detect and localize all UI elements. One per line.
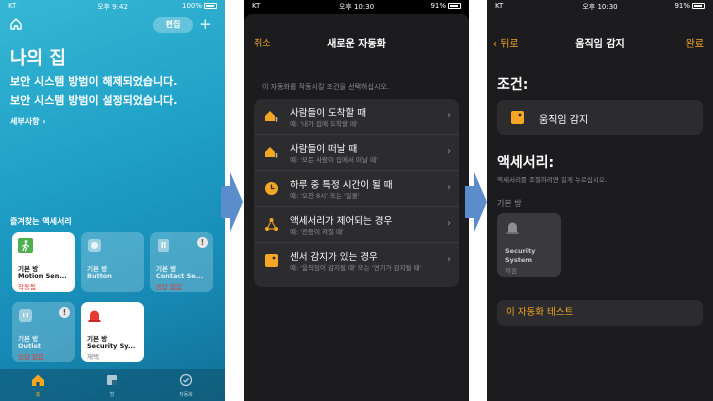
trigger-option-sensor-detects[interactable]: 센서 감지가 있는 경우 예: '움직임이 감지될 때' 또는 '연기가 감지될… <box>254 243 459 287</box>
trigger-title: 센서 감지가 있는 경우 <box>290 252 378 263</box>
alert-badge-icon: ! <box>59 307 70 318</box>
tile-status: 재택 <box>87 353 99 361</box>
battery-indicator: 91% <box>674 2 705 10</box>
trigger-list: 사람들이 도착할 때 예: '내가 집에 도착할 때' › 사람들이 떠날 때 … <box>254 99 459 287</box>
nav-bar: 취소 새로운 자동화 <box>244 14 469 72</box>
accessory-tile-security-system[interactable]: 기본 방 Security Sy... 재택 <box>81 302 144 362</box>
tab-rooms[interactable]: 방 <box>82 373 142 398</box>
button-icon <box>88 239 101 252</box>
accessories-hint: 액세서리를 조절하려면 길게 누르십시오. <box>497 176 607 184</box>
alert-message-disarmed: 보안 시스템 방범이 해제되었습니다. <box>10 75 178 88</box>
accessory-name-line2: System <box>505 256 533 264</box>
page-title: 움직임 감지 <box>575 39 625 50</box>
flow-arrow-icon <box>465 172 487 232</box>
trigger-title: 하루 중 특정 시간이 될 때 <box>290 180 393 191</box>
siren-icon <box>506 222 519 234</box>
house-icon <box>32 374 44 386</box>
clock-check-icon <box>179 373 193 387</box>
status-bar: KT 오후 9:42 100% <box>0 2 225 12</box>
tab-label: 홈 <box>35 392 41 398</box>
chevron-right-icon: › <box>447 146 451 157</box>
trigger-option-people-arrive[interactable]: 사람들이 도착할 때 예: '내가 집에 도착할 때' › <box>254 99 459 135</box>
trigger-title: 사람들이 도착할 때 <box>290 108 366 119</box>
tile-name: Security Sy... <box>87 342 136 350</box>
status-bar: KT 오후 10:30 91% <box>487 2 713 12</box>
tile-name: Motion Sen... <box>18 272 67 280</box>
trigger-sheet: 이 자동화를 작동시킬 조건을 선택하십시오. 사람들이 도착할 때 예: '내… <box>244 72 469 401</box>
contact-sensor-icon <box>158 239 169 252</box>
outlet-icon <box>19 309 32 322</box>
battery-indicator: 91% <box>430 2 461 10</box>
trigger-subtitle: 예: '내가 집에 도착할 때' <box>290 120 358 128</box>
page-title: 새로운 자동화 <box>327 39 386 50</box>
tile-name: Button <box>87 272 112 280</box>
condition-card[interactable]: 움직임 감지 <box>497 100 703 135</box>
new-automation-screen: KT 오후 10:30 91% 취소 새로운 자동화 이 자동화를 작동시킬 조… <box>244 0 469 401</box>
accessories-header: 액세서리: <box>497 155 555 171</box>
battery-indicator: 100% <box>182 2 217 10</box>
add-button[interactable]: + <box>199 15 212 33</box>
done-button[interactable]: 완료 <box>686 35 704 50</box>
house-icon[interactable] <box>9 17 23 31</box>
accessory-nodes-icon <box>265 218 278 231</box>
page-title: 나의 집 <box>10 48 66 69</box>
tile-status: 응답 없음 <box>18 353 44 361</box>
trigger-option-time-of-day[interactable]: 하루 중 특정 시간이 될 때 예: '오전 8시' 또는 '일몰' › <box>254 171 459 207</box>
room-label: 기본 방 <box>497 199 522 208</box>
trigger-title: 액세서리가 제어되는 경우 <box>290 216 393 227</box>
siren-icon <box>88 310 101 322</box>
sensor-icon <box>511 111 524 124</box>
alert-message-armed: 보안 시스템 방범이 설정되었습니다. <box>10 94 178 107</box>
tab-bar: 홈 방 자동화 <box>0 369 225 401</box>
tab-home[interactable]: 홈 <box>8 373 68 398</box>
battery-icon <box>204 3 217 9</box>
clock-icon <box>265 182 278 195</box>
home-screen: KT 오후 9:42 100% 편집 + 나의 집 보안 시스템 방범이 해제되… <box>0 0 225 401</box>
chevron-right-icon: › <box>447 110 451 121</box>
chevron-right-icon: › <box>447 182 451 193</box>
tile-name: Contact Se... <box>156 272 204 280</box>
tile-name: Outlet <box>18 342 42 350</box>
chevron-right-icon: › <box>447 254 451 265</box>
chevron-right-icon: › <box>447 218 451 229</box>
house-arrive-icon <box>265 111 278 122</box>
conditions-header: 조건: <box>497 77 529 93</box>
trigger-subtitle: 예: '모든 사람이 집에서 떠날 때' <box>290 156 378 164</box>
battery-icon <box>448 3 461 9</box>
tile-status: 작동됨 <box>18 283 36 291</box>
accessory-tile-security-system[interactable]: Security System 꺼짐 <box>497 213 561 277</box>
favorites-header: 즐겨찾는 액세서리 <box>10 217 72 226</box>
motion-detected-screen: KT 오후 10:30 91% ‹ 뒤로 움직임 감지 완료 조건: 움직임 감… <box>487 0 713 401</box>
details-link[interactable]: 세부사항 › <box>10 116 46 127</box>
tab-label: 자동화 <box>179 392 193 398</box>
accessory-tile-motion-sensor[interactable]: 기본 방 Motion Sen... 작동됨 <box>12 232 75 292</box>
flow-arrow-icon <box>221 172 243 232</box>
accessory-state: 꺼짐 <box>505 267 517 275</box>
room-icon <box>107 375 117 385</box>
edit-button[interactable]: 편집 <box>153 17 193 33</box>
battery-icon <box>692 3 705 9</box>
trigger-subtitle: 예: '오전 8시' 또는 '일몰' <box>290 192 360 200</box>
trigger-title: 사람들이 떠날 때 <box>290 144 358 155</box>
sensor-icon <box>265 254 278 267</box>
tile-status: 응답 없음 <box>156 283 182 291</box>
trigger-subtitle: 예: '전등이 켜질 때' <box>290 228 344 236</box>
tab-label: 방 <box>109 392 115 398</box>
walking-person-icon <box>18 238 33 253</box>
trigger-option-people-leave[interactable]: 사람들이 떠날 때 예: '모든 사람이 집에서 떠날 때' › <box>254 135 459 171</box>
tab-automation[interactable]: 자동화 <box>156 373 216 398</box>
accessory-tile-button[interactable]: 기본 방 Button <box>81 232 144 292</box>
trigger-prompt: 이 자동화를 작동시킬 조건을 선택하십시오. <box>262 83 390 91</box>
status-bar: KT 오후 10:30 91% <box>244 2 469 12</box>
accessory-name-line1: Security <box>505 247 536 255</box>
test-automation-button[interactable]: 이 자동화 테스트 <box>497 300 703 326</box>
house-leave-icon <box>265 147 278 158</box>
trigger-subtitle: 예: '움직임이 감지될 때' 또는 '연기가 감지될 때' <box>290 264 422 272</box>
trigger-option-accessory-controlled[interactable]: 액세서리가 제어되는 경우 예: '전등이 켜질 때' › <box>254 207 459 243</box>
accessory-tile-contact-sensor[interactable]: ! 기본 방 Contact Se... 응답 없음 <box>150 232 213 292</box>
accessory-tile-outlet[interactable]: ! 기본 방 Outlet 응답 없음 <box>12 302 75 362</box>
condition-label: 움직임 감지 <box>539 115 589 126</box>
alert-badge-icon: ! <box>197 237 208 248</box>
